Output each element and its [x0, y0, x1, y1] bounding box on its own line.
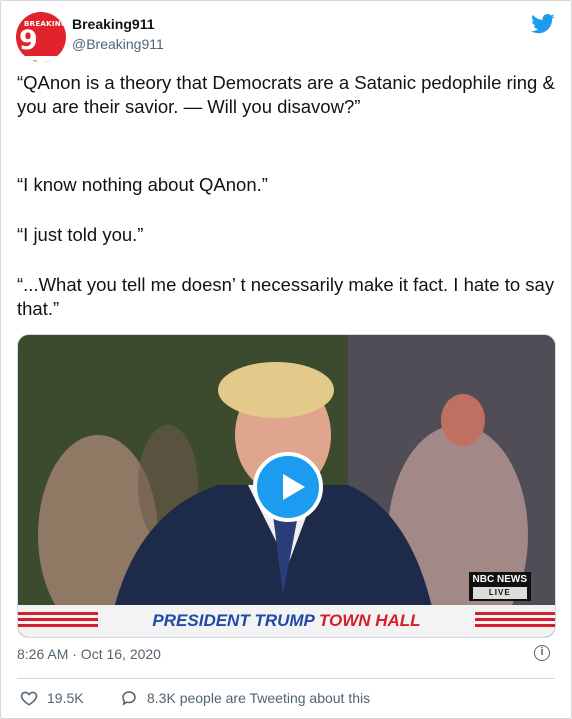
- tweet-card: BREAKING 911 Breaking911 @Breaking911 “Q…: [0, 0, 572, 719]
- tweet-timestamp[interactable]: 8:26 AM · Oct 16, 2020: [17, 646, 161, 662]
- like-button[interactable]: 19.5K: [20, 689, 84, 707]
- tweet-text-reply-2: “I just told you.”: [17, 224, 144, 245]
- like-count: 19.5K: [47, 690, 84, 706]
- avatar[interactable]: BREAKING 911: [16, 12, 66, 62]
- video-player[interactable]: NBC NEWS LIVE PRESIDENT TRUMP TOWN HALL: [17, 334, 556, 638]
- play-button[interactable]: [253, 452, 323, 522]
- nbc-news-logo: NBC NEWS LIVE: [468, 572, 531, 601]
- display-name[interactable]: Breaking911: [72, 16, 155, 32]
- live-label: LIVE: [472, 587, 527, 599]
- tweet-text-question: “QAnon is a theory that Democrats are a …: [17, 72, 555, 117]
- conversation-text: 8.3K people are Tweeting about this: [147, 690, 371, 706]
- banner-text-part2: TOWN HALL: [318, 611, 421, 630]
- banner-stripes-right: [475, 612, 555, 630]
- chat-bubble-icon: [122, 691, 136, 706]
- tweet-text-reply-1: “I know nothing about QAnon.”: [17, 174, 268, 195]
- banner-stripes-left: [18, 612, 98, 630]
- heart-icon: [20, 691, 38, 706]
- avatar-logo-text: 911: [19, 25, 66, 62]
- tweet-text-reply-3: “...What you tell me doesn’ t necessaril…: [17, 274, 555, 319]
- video-banner: PRESIDENT TRUMP TOWN HALL: [18, 605, 555, 637]
- info-icon[interactable]: i: [534, 645, 550, 661]
- divider: [17, 678, 555, 679]
- user-handle[interactable]: @Breaking911: [72, 36, 164, 52]
- twitter-bird-icon[interactable]: [531, 14, 555, 34]
- banner-text-part1: PRESIDENT TRUMP: [152, 611, 315, 630]
- conversation-link[interactable]: 8.3K people are Tweeting about this: [120, 689, 370, 707]
